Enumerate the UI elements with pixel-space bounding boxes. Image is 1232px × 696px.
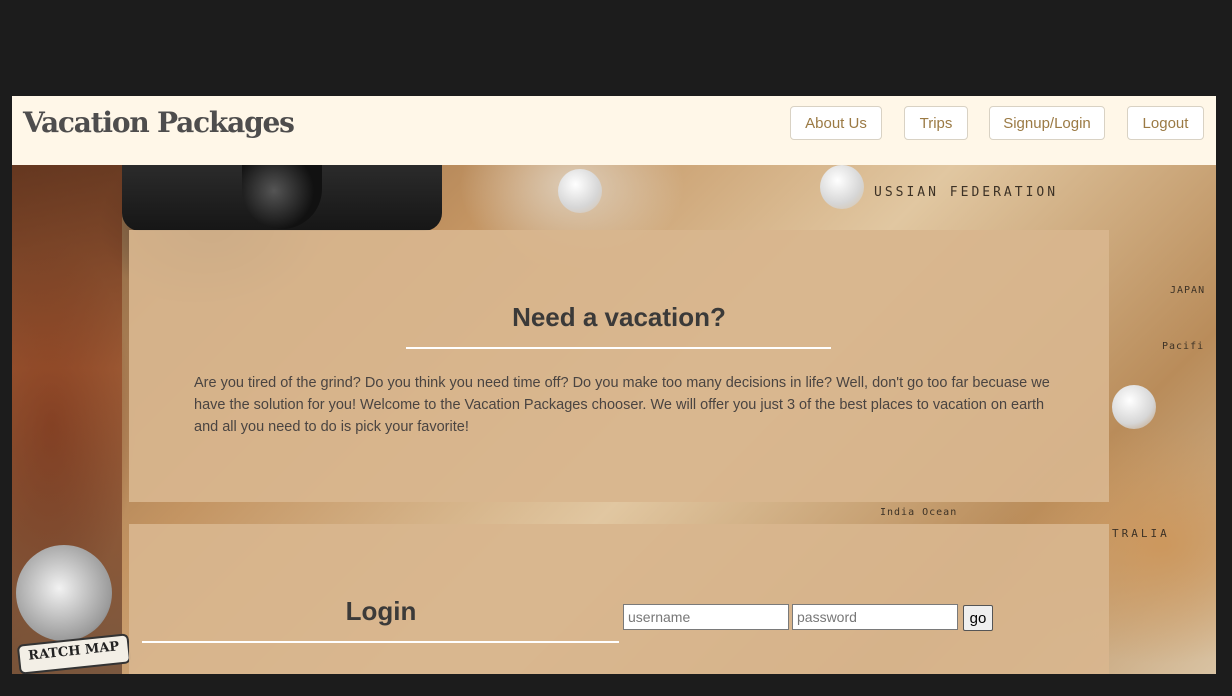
light-bulb-decoration [1112, 385, 1156, 429]
map-label-pacific: Pacifi [1162, 341, 1205, 352]
map-label-australia: TRALIA [1112, 527, 1170, 540]
login-heading-divider [142, 641, 619, 643]
globe-decoration [16, 545, 112, 641]
login-heading: Login [345, 596, 417, 626]
nav-signup-login-button[interactable]: Signup/Login [989, 106, 1105, 140]
intro-paragraph: Are you tired of the grind? Do you think… [194, 375, 1050, 435]
nav-logout-button[interactable]: Logout [1127, 106, 1204, 140]
map-label-indian-ocean: India Ocean [880, 507, 958, 518]
login-submit-button[interactable]: go [963, 605, 993, 631]
light-bulb-decoration [820, 165, 864, 209]
map-label-japan: JAPAN [1170, 285, 1206, 296]
login-card: Login go [129, 524, 1109, 674]
intro-heading-divider [406, 347, 831, 349]
intro-card: Need a vacation? Are you tired of the gr… [129, 230, 1109, 502]
map-label-russia: USSIAN FEDERATION [874, 185, 1059, 200]
username-input[interactable] [623, 604, 789, 630]
intro-heading: Need a vacation? [512, 302, 726, 332]
nav-trips-button[interactable]: Trips [904, 106, 968, 140]
app-window: Vacation Packages About Us Trips Signup/… [12, 96, 1216, 674]
password-input[interactable] [792, 604, 958, 630]
light-bulb-decoration [558, 169, 602, 213]
brand-logo[interactable]: Vacation Packages [23, 106, 295, 139]
nav-about-us-button[interactable]: About Us [790, 106, 882, 140]
navbar: Vacation Packages About Us Trips Signup/… [12, 96, 1216, 165]
